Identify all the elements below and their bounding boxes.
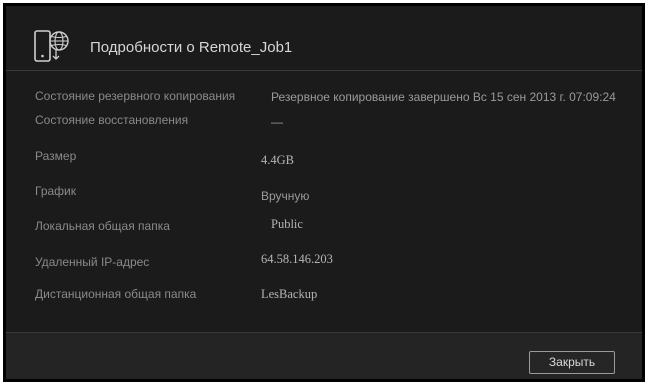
restore-status-value: — <box>271 115 283 129</box>
remote-ip-value: 64.58.146.203 <box>261 252 333 266</box>
dialog-header: Подробности о Remote_Job1 <box>6 6 642 84</box>
size-label: Размер <box>35 149 77 163</box>
size-value: 4.4GB <box>261 153 294 167</box>
local-share-label: Локальная общая папка <box>35 219 170 233</box>
job-details-dialog: Подробности о Remote_Job1 Состояние резе… <box>3 3 645 382</box>
backup-status-value: Резервное копирование завершено Вс 15 се… <box>271 90 616 104</box>
dialog-title: Подробности о Remote_Job1 <box>90 39 293 56</box>
schedule-value: Вручную <box>261 189 310 203</box>
remote-share-value: LesBackup <box>261 287 318 301</box>
remote-ip-label: Удаленный IP-адрес <box>35 255 150 269</box>
close-button[interactable]: Закрыть <box>529 351 615 374</box>
local-share-value: Public <box>271 217 303 231</box>
schedule-label: График <box>35 184 76 198</box>
header-divider <box>6 70 642 71</box>
backup-status-label: Состояние резервного копирования <box>35 89 236 103</box>
phone-globe-icon <box>34 30 74 64</box>
remote-share-label: Дистанционная общая папка <box>35 287 197 301</box>
restore-status-label: Состояние восстановления <box>35 113 189 127</box>
